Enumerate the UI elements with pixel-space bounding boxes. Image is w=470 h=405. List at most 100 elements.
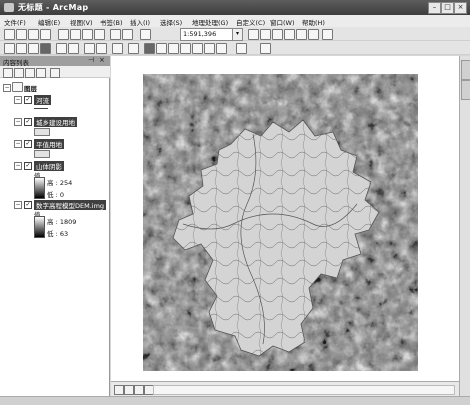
menu-help[interactable]: 帮助(H) xyxy=(302,17,325,27)
map-bottom-bar xyxy=(111,381,459,396)
zoom-out-icon[interactable] xyxy=(16,43,27,54)
low-value-label: 低 : 63 xyxy=(47,230,69,238)
delete-icon[interactable] xyxy=(94,29,105,40)
viewer-window-icon[interactable] xyxy=(260,43,271,54)
color-ramp xyxy=(34,177,45,199)
layer-visibility-checkbox[interactable]: ✓ xyxy=(24,96,32,104)
close-icon[interactable]: × xyxy=(454,2,467,14)
horizontal-scrollbar[interactable] xyxy=(153,385,455,395)
find-icon[interactable] xyxy=(156,43,167,54)
map-scale-input[interactable]: 1:591,396 xyxy=(180,28,236,41)
save-icon[interactable] xyxy=(28,29,39,40)
catalog-window-icon[interactable] xyxy=(272,29,283,40)
add-data-icon[interactable] xyxy=(140,29,151,40)
layers-label: 图层 xyxy=(24,85,37,93)
right-dock-toolbar xyxy=(459,56,470,396)
collapse-layer-toggle[interactable]: − xyxy=(14,140,22,148)
map-view[interactable] xyxy=(111,56,459,381)
new-document-icon[interactable] xyxy=(4,29,15,40)
menu-bar: 文件(F) 编辑(E) 视图(V) 书签(B) 插入(I) 选择(S) 地理处理… xyxy=(0,15,470,27)
menu-geoprocessing[interactable]: 地理处理(G) xyxy=(192,17,228,27)
standard-toolbar: 1:591,396 ▾ xyxy=(0,27,470,41)
toc-window-icon[interactable] xyxy=(260,29,271,40)
identify-icon[interactable] xyxy=(144,43,155,54)
app-icon xyxy=(4,3,14,12)
tools-toolbar xyxy=(0,41,470,55)
copy-icon[interactable] xyxy=(70,29,81,40)
menu-insert[interactable]: 插入(I) xyxy=(130,17,150,27)
refresh-icon[interactable] xyxy=(134,385,144,395)
editor-toolbar-icon[interactable] xyxy=(248,29,259,40)
pin-icon[interactable]: ⊣ xyxy=(88,56,94,64)
collapse-layers-toggle[interactable]: − xyxy=(3,84,11,92)
menu-customize[interactable]: 自定义(C) xyxy=(236,17,265,27)
zoom-in-icon[interactable] xyxy=(4,43,15,54)
open-icon[interactable] xyxy=(16,29,27,40)
layer-visibility-checkbox[interactable]: ✓ xyxy=(24,162,32,170)
low-value-label: 低 : 0 xyxy=(47,191,64,199)
cut-icon[interactable] xyxy=(58,29,69,40)
python-window-icon[interactable] xyxy=(308,29,319,40)
high-value-label: 高 : 254 xyxy=(47,179,73,187)
menu-edit[interactable]: 编辑(E) xyxy=(38,17,60,27)
map-image xyxy=(143,74,418,371)
toc-toolbar xyxy=(0,66,110,78)
layers-icon xyxy=(12,82,23,92)
time-slider-icon[interactable] xyxy=(236,43,247,54)
fixed-zoom-in-icon[interactable] xyxy=(56,43,67,54)
minimize-icon[interactable]: – xyxy=(428,2,441,14)
layer-name[interactable]: 平值用地 xyxy=(34,139,64,149)
route-icon[interactable] xyxy=(168,43,179,54)
toc-options-icon[interactable] xyxy=(50,68,60,78)
menu-view[interactable]: 视图(V) xyxy=(70,17,93,27)
menu-select[interactable]: 选择(S) xyxy=(160,17,182,27)
list-by-visibility-icon[interactable] xyxy=(25,68,35,78)
search-tab[interactable] xyxy=(461,80,470,100)
select-elements-icon[interactable] xyxy=(128,43,139,54)
arctoolbox-icon[interactable] xyxy=(296,29,307,40)
collapse-layer-toggle[interactable]: − xyxy=(14,201,22,209)
go-to-xy-icon[interactable] xyxy=(180,43,191,54)
forward-icon[interactable] xyxy=(96,43,107,54)
chevron-down-icon[interactable]: ▾ xyxy=(232,28,243,41)
list-by-source-icon[interactable] xyxy=(14,68,24,78)
data-view-icon[interactable] xyxy=(114,385,124,395)
high-value-label: 高 : 1809 xyxy=(47,218,77,226)
collapse-layer-toggle[interactable]: − xyxy=(14,96,22,104)
pan-icon[interactable] xyxy=(28,43,39,54)
select-features-icon[interactable] xyxy=(112,43,123,54)
redo-icon[interactable] xyxy=(122,29,133,40)
print-icon[interactable] xyxy=(40,29,51,40)
catalog-tab[interactable] xyxy=(461,60,470,80)
collapse-layer-toggle[interactable]: − xyxy=(14,162,22,170)
search-window-icon[interactable] xyxy=(284,29,295,40)
color-ramp xyxy=(34,216,45,238)
back-icon[interactable] xyxy=(84,43,95,54)
hyperlink-icon[interactable] xyxy=(204,43,215,54)
list-by-drawing-order-icon[interactable] xyxy=(3,68,13,78)
fixed-zoom-out-icon[interactable] xyxy=(68,43,79,54)
layer-name[interactable]: 河流 xyxy=(34,95,51,105)
layer-visibility-checkbox[interactable]: ✓ xyxy=(24,201,32,209)
maximize-icon[interactable]: □ xyxy=(441,2,454,14)
close-icon[interactable]: × xyxy=(99,56,105,64)
title-bar: 无标题 - ArcMap – □ × xyxy=(0,0,470,15)
layer-visibility-checkbox[interactable]: ✓ xyxy=(24,118,32,126)
fill-symbol xyxy=(34,150,50,158)
menu-bookmarks[interactable]: 书签(B) xyxy=(100,17,123,27)
list-by-selection-icon[interactable] xyxy=(36,68,46,78)
table-of-contents: 内容列表 ⊣ × − 图层 − ✓ 河流 − ✓ 城乡建设用地 − ✓ 平值用地… xyxy=(0,56,110,396)
layer-visibility-checkbox[interactable]: ✓ xyxy=(24,140,32,148)
layer-name[interactable]: 数字高程模型DEM.img xyxy=(34,200,107,210)
collapse-layer-toggle[interactable]: − xyxy=(14,118,22,126)
paste-icon[interactable] xyxy=(82,29,93,40)
measure-icon[interactable] xyxy=(192,43,203,54)
menu-file[interactable]: 文件(F) xyxy=(4,17,26,27)
html-popup-icon[interactable] xyxy=(216,43,227,54)
globe-icon[interactable] xyxy=(40,43,51,54)
model-builder-icon[interactable] xyxy=(322,29,333,40)
undo-icon[interactable] xyxy=(110,29,121,40)
layout-view-icon[interactable] xyxy=(124,385,134,395)
layer-name[interactable]: 城乡建设用地 xyxy=(34,117,77,127)
menu-windows[interactable]: 窗口(W) xyxy=(270,17,295,27)
